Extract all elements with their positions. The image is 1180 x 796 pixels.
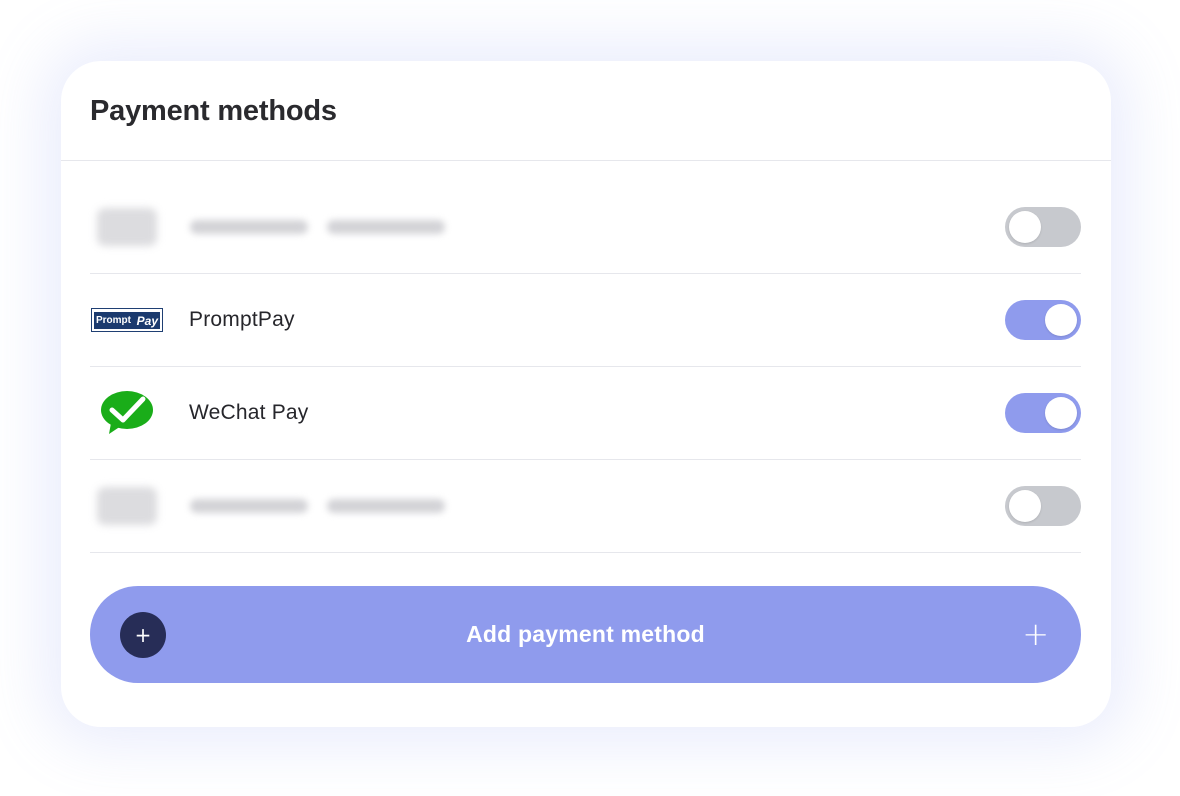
list-item-blurred-2 [90,460,1081,553]
wechat-pay-icon [90,391,164,434]
page-background: Payment methods Prompt Pay PromptPay WeC… [0,0,1180,796]
add-payment-method-button[interactable]: + Add payment method + [90,586,1081,683]
blurred-logo [97,487,157,525]
toggle-knob [1045,397,1077,429]
add-payment-method-label: Add payment method [466,621,705,647]
page-title: Payment methods [90,95,337,127]
toggle-switch-off[interactable] [1005,486,1081,526]
promptpay-logo-box: Prompt Pay [94,312,160,329]
payment-methods-card: Payment methods Prompt Pay PromptPay WeC… [61,61,1111,727]
blurred-text [190,499,308,513]
method-label: PromptPay [189,308,295,331]
toggle-switch-wechat-pay[interactable] [1005,393,1081,433]
payment-method-list: Prompt Pay PromptPay WeChat Pay [90,181,1081,553]
toggle-switch-off[interactable] [1005,207,1081,247]
list-item-promptpay: Prompt Pay PromptPay [90,274,1081,367]
list-item-blurred-1 [90,181,1081,274]
promptpay-logo-pay-text: Pay [136,313,158,328]
promptpay-logo: Prompt Pay [90,300,164,340]
toggle-knob [1009,211,1041,243]
plus-icon: + [1022,615,1049,653]
list-item-wechat-pay: WeChat Pay [90,367,1081,460]
card-header: Payment methods [61,61,1111,161]
blurred-text [327,220,445,234]
blurred-text [190,220,308,234]
promptpay-logo-badge: Prompt Pay [91,308,163,332]
toggle-knob [1045,304,1077,336]
promptpay-logo-prompt-text: Prompt [96,315,131,326]
wechat-pay-icon-graphic [101,391,153,434]
blurred-logo [97,208,157,246]
method-label: WeChat Pay [189,401,309,424]
toggle-knob [1009,490,1041,522]
blurred-text [327,499,445,513]
toggle-switch-promptpay[interactable] [1005,300,1081,340]
